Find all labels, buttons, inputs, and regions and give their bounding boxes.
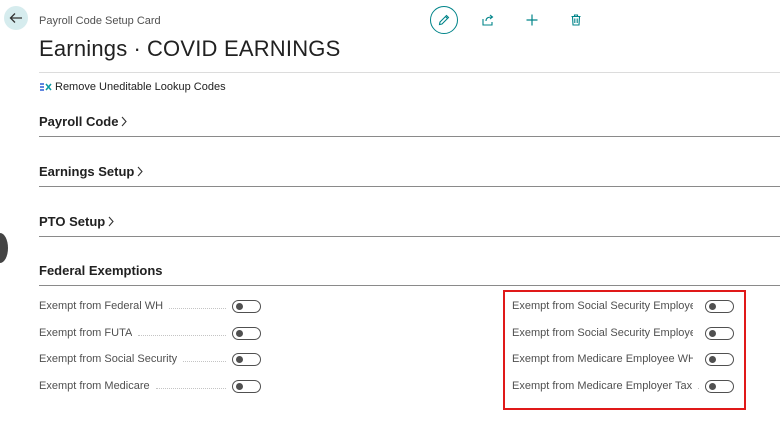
edit-icon xyxy=(438,14,450,26)
trash-icon xyxy=(571,14,581,26)
toggle-switch[interactable] xyxy=(232,352,261,366)
toggle-knob xyxy=(236,382,243,390)
section-federal-exemptions-title: Federal Exemptions xyxy=(39,263,163,278)
field-leader-dots xyxy=(138,334,226,336)
section-federal-exemptions[interactable]: Federal Exemptions xyxy=(39,263,780,286)
back-button[interactable] xyxy=(4,6,28,30)
toggle-knob xyxy=(236,329,243,337)
remove-codes-icon xyxy=(40,83,52,91)
chevron-right-icon xyxy=(137,166,144,177)
field-label: Exempt from Social Security xyxy=(39,353,178,365)
section-pto-setup[interactable]: PTO Setup xyxy=(39,214,780,237)
remove-uneditable-lookup-codes-action[interactable]: Remove Uneditable Lookup Codes xyxy=(39,81,226,93)
side-panel-handle[interactable] xyxy=(0,233,8,263)
chevron-right-icon xyxy=(108,216,114,227)
edit-button[interactable] xyxy=(430,6,458,34)
share-button[interactable] xyxy=(474,6,502,34)
toggle-knob xyxy=(236,355,243,363)
plus-icon xyxy=(526,14,538,26)
share-icon xyxy=(482,14,494,26)
highlight-box xyxy=(503,290,746,410)
section-payroll-code[interactable]: Payroll Code xyxy=(39,114,780,137)
section-earnings-setup-title: Earnings Setup xyxy=(39,164,135,179)
page-title: Earnings · COVID EARNINGS xyxy=(39,36,340,62)
remove-uneditable-label: Remove Uneditable Lookup Codes xyxy=(55,81,226,93)
header-divider xyxy=(39,72,780,73)
toggle-switch[interactable] xyxy=(232,326,261,340)
field-label: Exempt from Medicare xyxy=(39,380,150,392)
page-title-type: Earnings xyxy=(39,36,128,61)
section-earnings-setup[interactable]: Earnings Setup xyxy=(39,164,780,187)
field-exempt-medicare[interactable]: Exempt from Medicare xyxy=(39,376,261,396)
field-label: Exempt from Federal WH xyxy=(39,300,164,312)
arrow-left-icon xyxy=(9,13,22,23)
toggle-switch[interactable] xyxy=(232,299,261,313)
delete-button[interactable] xyxy=(562,6,590,34)
field-leader-dots xyxy=(155,387,226,389)
card-type-label: Payroll Code Setup Card xyxy=(39,15,161,27)
toggle-switch[interactable] xyxy=(232,379,261,393)
toggle-knob xyxy=(236,302,243,310)
field-leader-dots xyxy=(183,360,226,362)
field-label: Exempt from FUTA xyxy=(39,327,133,339)
new-button[interactable] xyxy=(518,6,546,34)
field-exempt-social-security[interactable]: Exempt from Social Security xyxy=(39,349,261,369)
page-title-code: COVID EARNINGS xyxy=(146,36,341,61)
section-payroll-code-title: Payroll Code xyxy=(39,114,119,129)
field-leader-dots xyxy=(169,307,226,309)
page-title-separator: · xyxy=(133,36,141,61)
section-pto-setup-title: PTO Setup xyxy=(39,214,106,229)
field-exempt-futa[interactable]: Exempt from FUTA xyxy=(39,323,261,343)
chevron-right-icon xyxy=(122,116,128,127)
field-exempt-federal-wh[interactable]: Exempt from Federal WH xyxy=(39,296,261,316)
